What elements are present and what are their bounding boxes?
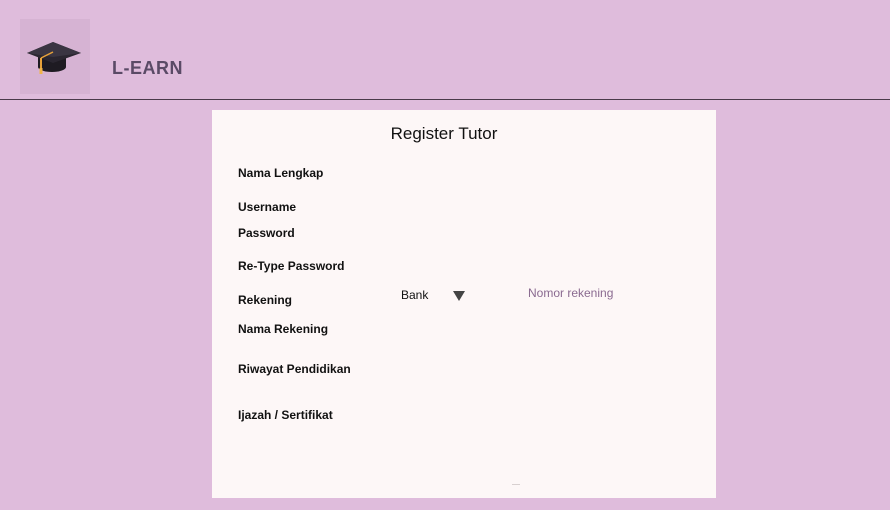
certificate-label: Ijazah / Sertifikat [238, 408, 333, 422]
divider [512, 484, 520, 485]
app-header: L-EARN [0, 0, 890, 100]
education-label: Riwayat Pendidikan [238, 362, 351, 376]
logo[interactable] [20, 19, 90, 94]
bank-select[interactable]: Bank [401, 286, 471, 304]
register-card: Register Tutor Nama Lengkap Username Pas… [212, 110, 716, 498]
username-label: Username [238, 200, 297, 214]
password-label: Password [238, 226, 295, 240]
account-label: Rekening [238, 293, 293, 307]
page-title: Register Tutor [390, 124, 498, 143]
bank-select-value: Bank [401, 288, 429, 302]
account-name-label: Nama Rekening [238, 322, 329, 336]
retype-password-label: Re-Type Password [238, 259, 345, 273]
brand-name: L-EARN [112, 58, 183, 78]
full-name-label: Nama Lengkap [238, 166, 324, 180]
caret-down-icon [453, 291, 465, 301]
graduation-cap-icon [27, 41, 81, 74]
account-number-input[interactable] [528, 284, 668, 302]
